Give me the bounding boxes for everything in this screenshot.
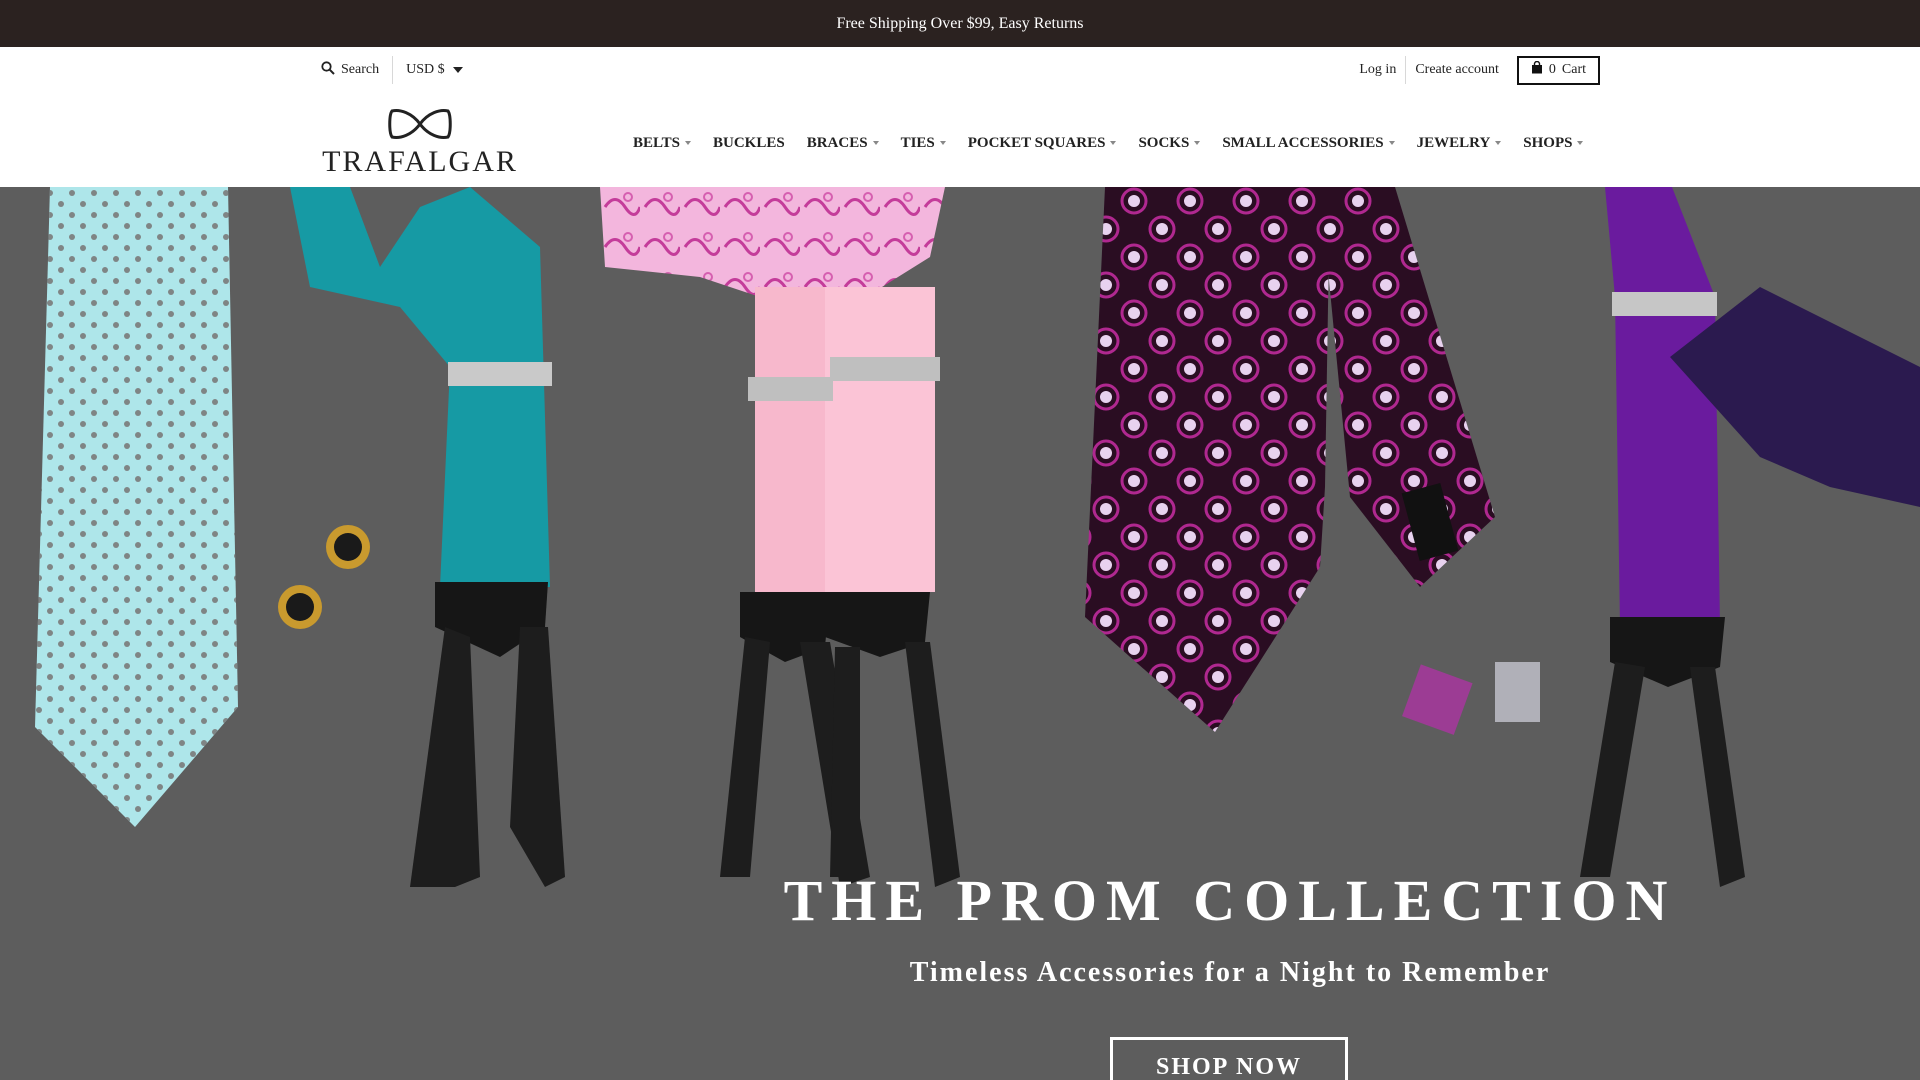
chevron-down-icon bbox=[872, 141, 879, 145]
chevron-down-icon bbox=[939, 141, 946, 145]
chevron-down-icon bbox=[1495, 141, 1502, 145]
nav-item-belts[interactable]: BELTS bbox=[633, 135, 691, 152]
main-navigation: BELTS BUCKLES BRACES TIES POCKET SQUARES SOCK… bbox=[633, 93, 1605, 193]
logo[interactable]: TRAFALGAR bbox=[320, 107, 520, 179]
site-header: TRAFALGAR BELTS BUCKLES BRACES TIES POCKET S… bbox=[0, 93, 1920, 187]
nav-item-label: BUCKLES bbox=[713, 134, 785, 151]
shop-now-label: SHOP NOW bbox=[1155, 1054, 1303, 1080]
hero-subtitle: Timeless Accessories for a Night to Reme… bbox=[909, 957, 1551, 988]
nav-item-label: SHOPS bbox=[1523, 134, 1573, 151]
search-icon bbox=[321, 60, 335, 80]
nav-item-label: JEWELRY bbox=[1416, 134, 1491, 151]
shop-now-button[interactable]: SHOP NOW bbox=[1110, 1037, 1348, 1080]
nav-item-label: POCKET SQUARES bbox=[967, 134, 1106, 151]
hero-title: THE PROM COLLECTION bbox=[783, 868, 1677, 933]
search-label: Search bbox=[341, 62, 380, 77]
nav-item-label: SMALL ACCESSORIES bbox=[1222, 134, 1384, 151]
chevron-down-icon bbox=[452, 67, 463, 73]
cart-label: Cart bbox=[1561, 62, 1586, 77]
chevron-down-icon bbox=[685, 141, 691, 145]
nav-item-small-accessories[interactable]: SMALL ACCESSORIES bbox=[1222, 134, 1395, 152]
nav-item-ties[interactable]: TIES bbox=[901, 135, 946, 152]
chevron-down-icon bbox=[1110, 141, 1117, 145]
nav-item-label: BRACES bbox=[806, 134, 868, 151]
chevron-down-icon bbox=[1194, 141, 1201, 145]
nav-item-jewelry[interactable]: JEWELRY bbox=[1417, 135, 1502, 152]
create-account-link[interactable]: Create account bbox=[1406, 62, 1508, 78]
currency-label: USD $ bbox=[406, 62, 445, 77]
nav-item-shops[interactable]: SHOPS bbox=[1523, 134, 1584, 152]
chevron-down-icon bbox=[1388, 141, 1395, 145]
announcement-bar: Free Shipping Over $99, Easy Returns bbox=[0, 0, 1920, 47]
nav-item-pocket-squares[interactable]: POCKET SQUARES bbox=[968, 135, 1117, 152]
chevron-down-icon bbox=[1577, 141, 1584, 145]
nav-item-label: SOCKS bbox=[1138, 134, 1190, 151]
nav-item-label: BELTS bbox=[633, 134, 680, 151]
cart-button[interactable]: 0 Cart bbox=[1516, 55, 1600, 85]
search-button[interactable]: Search bbox=[321, 60, 392, 80]
nav-item-braces[interactable]: BRACES bbox=[807, 135, 879, 152]
shopping-bag-icon bbox=[1531, 60, 1543, 79]
cart-count: 0 bbox=[1548, 62, 1556, 77]
hero-image bbox=[35, 187, 1920, 887]
utility-bar: Search USD $ Log in Create account 0 Car… bbox=[0, 47, 1920, 93]
nav-item-label: TIES bbox=[900, 134, 935, 151]
login-link[interactable]: Log in bbox=[1350, 62, 1405, 78]
currency-selector[interactable]: USD $ bbox=[393, 62, 463, 78]
announcement-text: Free Shipping Over $99, Easy Returns bbox=[836, 14, 1084, 32]
nav-item-buckles[interactable]: BUCKLES bbox=[713, 135, 785, 152]
nav-item-socks[interactable]: SOCKS bbox=[1138, 134, 1201, 152]
hero-banner: THE PROM COLLECTION Timeless Accessories… bbox=[0, 187, 1920, 1080]
logo-text: TRAFALGAR bbox=[322, 145, 518, 178]
